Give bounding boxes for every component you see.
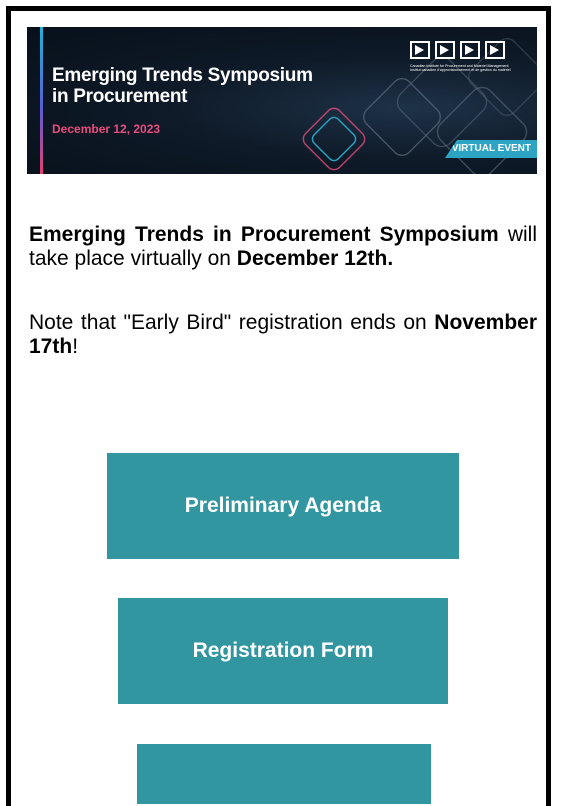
preliminary-agenda-button[interactable]: Preliminary Agenda (107, 453, 459, 559)
event-date: December 12th. (236, 247, 394, 270)
early-bird-note: Note that "Early Bird" registration ends… (29, 311, 537, 359)
registration-form-button[interactable]: Registration Form (118, 598, 448, 704)
arrow-box-icon (485, 41, 505, 59)
banner-accent-bar (40, 27, 43, 174)
event-name: Emerging Trends in Procurement Symposium (29, 223, 499, 246)
third-button[interactable] (137, 744, 431, 804)
virtual-event-badge: VIRTUAL EVENT (445, 140, 537, 158)
arrow-box-icon (460, 41, 480, 59)
event-banner: Emerging Trends Symposium in Procurement… (27, 27, 537, 174)
arrow-box-icon (410, 41, 430, 59)
organization-name-fr: Institut canadien d'approvisionnement et… (410, 68, 511, 73)
banner-date: December 12, 2023 (52, 122, 161, 136)
note-suffix: ! (72, 335, 79, 358)
note-text: Note that "Early Bird" registration ends… (29, 311, 435, 334)
intro-paragraph: Emerging Trends in Procurement Symposium… (29, 223, 537, 271)
arrow-box-icon (435, 41, 455, 59)
organization-logo (410, 41, 505, 59)
banner-title: Emerging Trends Symposium in Procurement (52, 65, 372, 107)
banner-title-line2: in Procurement (52, 86, 188, 107)
organization-name: Canadian Institute for Procurement and M… (410, 64, 530, 72)
banner-title-line1: Emerging Trends Symposium (52, 65, 313, 86)
